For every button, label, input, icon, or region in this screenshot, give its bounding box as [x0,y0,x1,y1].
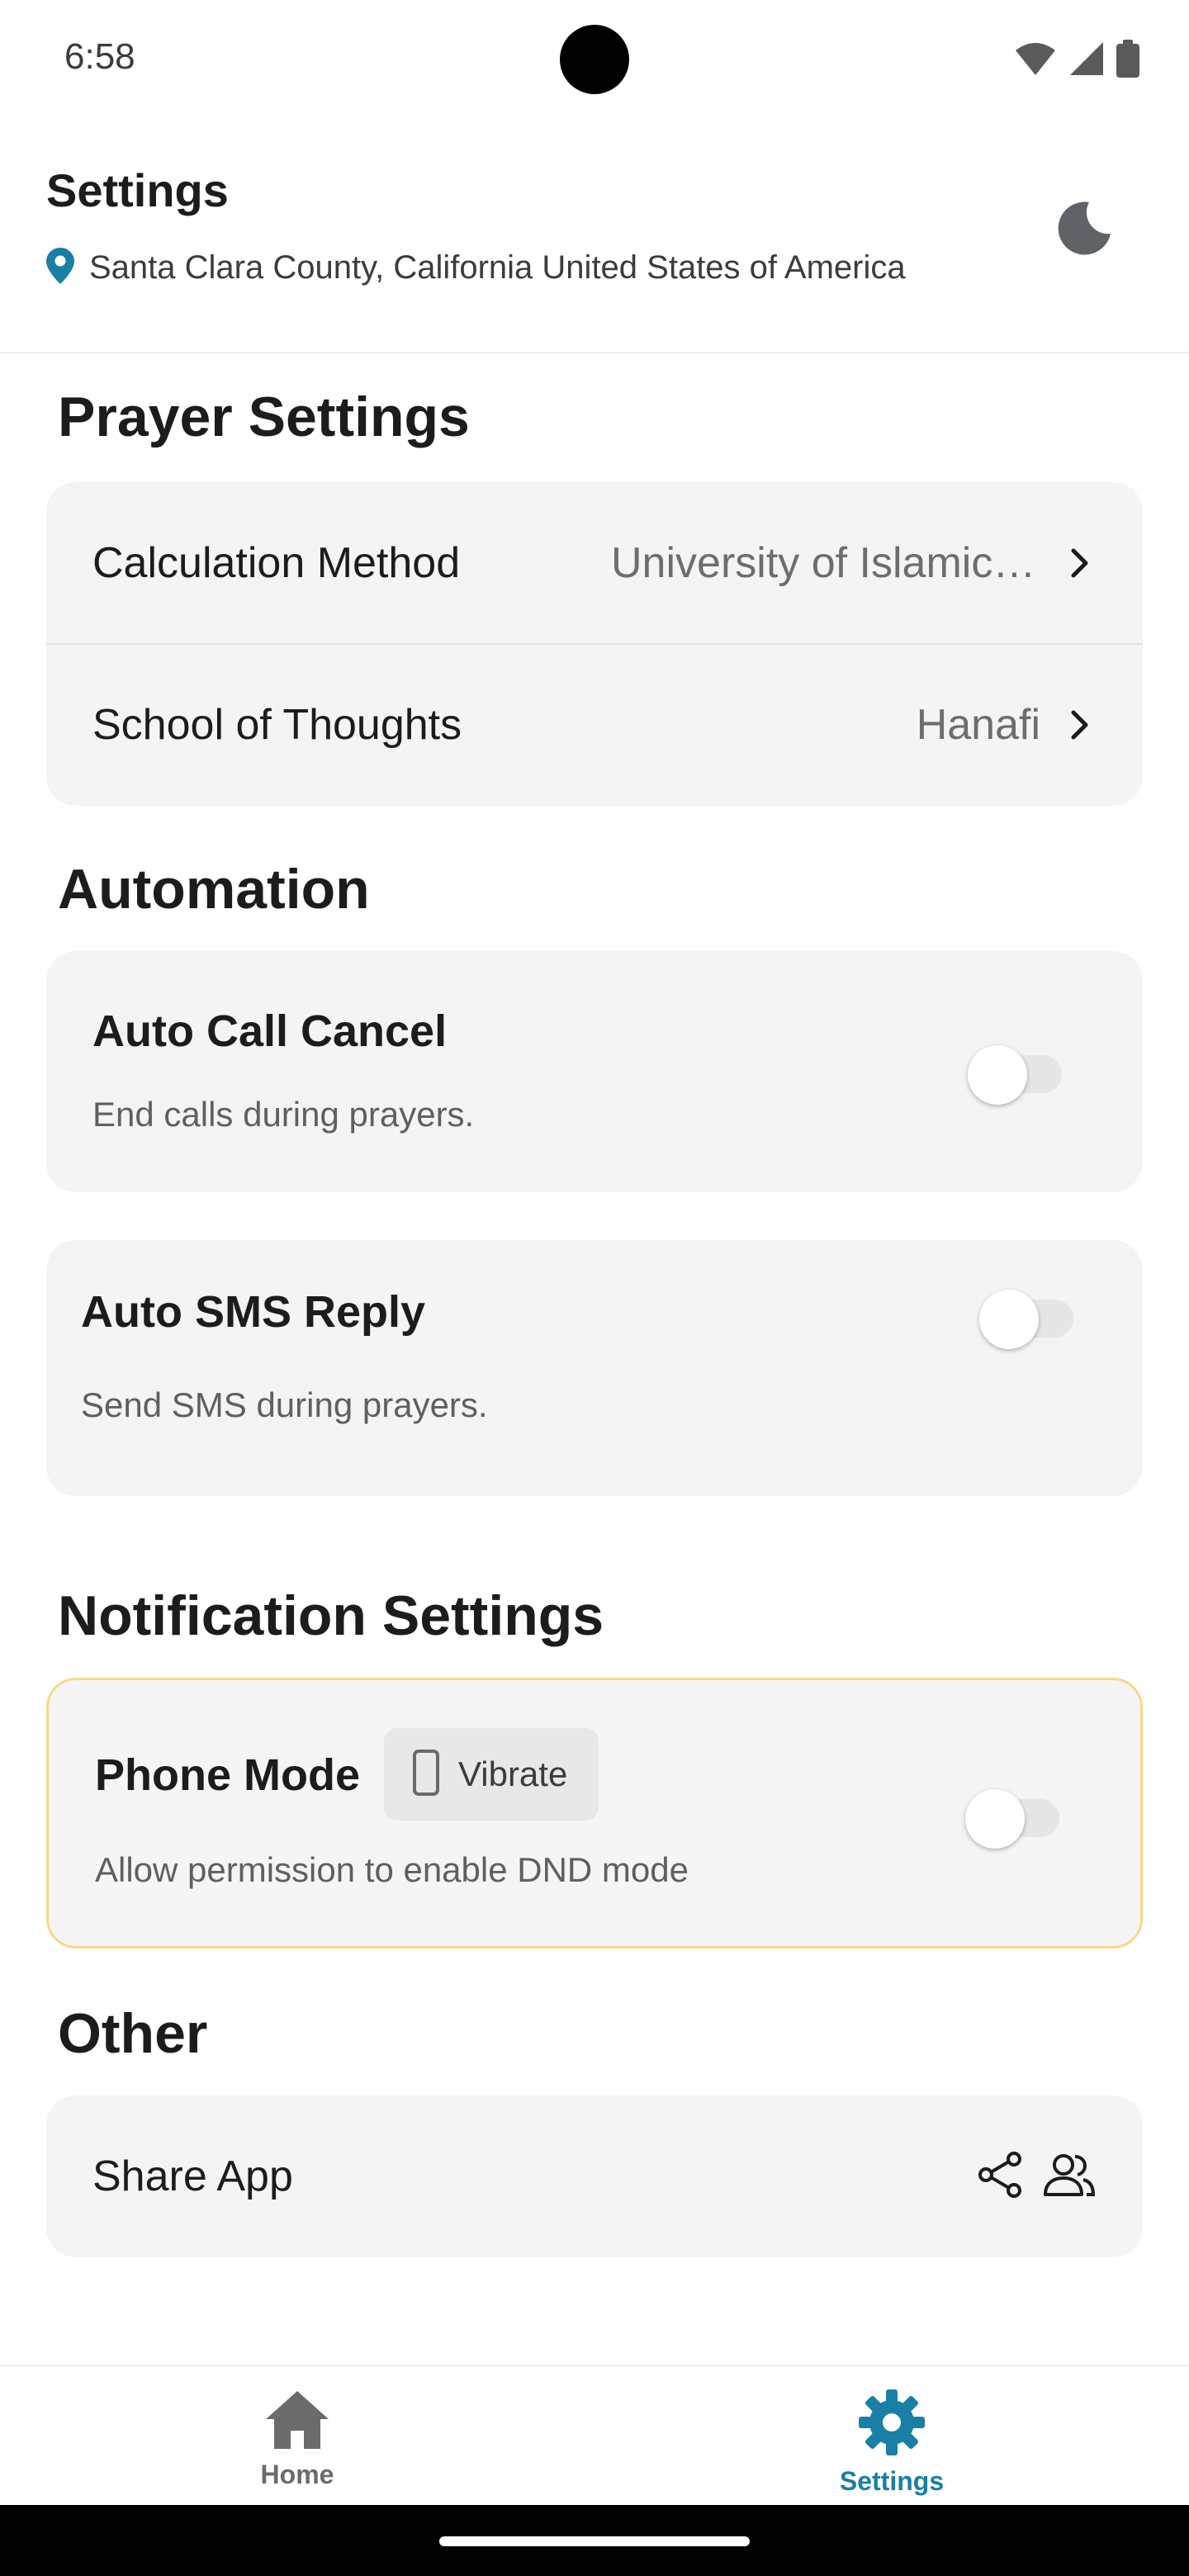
section-title-notification-settings: Notification Settings [58,1584,604,1647]
chevron-right-icon [1063,547,1097,580]
status-icons [1014,40,1139,82]
auto-call-cancel-subtitle: End calls during prayers. [92,1095,475,1134]
auto-sms-reply-title: Auto SMS Reply [81,1287,426,1337]
page-title: Settings [46,164,229,216]
school-of-thoughts-label: School of Thoughts [92,701,462,749]
share-app-card[interactable]: Share App [46,2095,1143,2257]
phone-mode-chip[interactable]: Vibrate [384,1728,599,1821]
location-text: Santa Clara County, California United St… [89,249,906,286]
toggle-knob [979,1290,1039,1349]
nav-item-settings[interactable]: Settings [594,2366,1189,2507]
section-title-other: Other [58,2002,208,2065]
phone-mode-subtitle: Allow permission to enable DND mode [95,1850,689,1889]
prayer-settings-card: Calculation Method University of Islamic… [46,482,1143,806]
share-icon [976,2151,1024,2203]
school-of-thoughts-row[interactable]: School of Thoughts Hanafi [46,644,1143,806]
section-title-automation: Automation [58,858,370,921]
phone-icon [412,1749,440,1801]
moon-icon [1058,201,1112,259]
home-icon [263,2388,332,2455]
auto-call-cancel-toggle[interactable] [968,1039,1067,1105]
phone-mode-label: Vibrate [458,1754,568,1793]
nav-label-home: Home [260,2460,334,2489]
share-app-row[interactable]: Share App [46,2095,1143,2257]
phone-mode-toggle[interactable] [965,1783,1064,1849]
auto-sms-reply-card: Auto SMS Reply Send SMS during prayers. [46,1240,1143,1496]
calculation-method-label: Calculation Method [92,539,461,587]
header: Settings Santa Clara County, California … [0,124,1189,353]
wifi-icon [1014,40,1057,81]
auto-sms-reply-toggle[interactable] [979,1283,1078,1349]
status-bar: 6:58 [0,0,1189,124]
auto-sms-reply-subtitle: Send SMS during prayers. [81,1385,488,1424]
home-gesture-handle[interactable] [439,2536,750,2546]
camera-cutout [560,25,629,94]
auto-call-cancel-card: Auto Call Cancel End calls during prayer… [46,951,1143,1192]
auto-call-cancel-title: Auto Call Cancel [92,1006,448,1056]
school-of-thoughts-value: Hanafi [916,701,1040,749]
phone-mode-title: Phone Mode [95,1750,360,1800]
bottom-navigation: Home Settings [0,2365,1189,2505]
location-pin-icon [46,248,74,288]
calculation-method-row[interactable]: Calculation Method University of Islamic… [46,482,1143,644]
phone-mode-card: Phone Mode Vibrate Allow permission to e… [46,1678,1143,1949]
share-icons [976,2151,1097,2203]
status-time: 6:58 [64,36,135,77]
section-title-prayer-settings: Prayer Settings [58,386,470,448]
toggle-knob [965,1789,1025,1849]
share-app-label: Share App [92,2152,293,2200]
signal-icon [1068,40,1105,81]
dark-mode-toggle[interactable] [1050,195,1120,264]
nav-label-settings: Settings [839,2466,945,2496]
battery-icon [1116,40,1139,82]
people-icon [1042,2152,1097,2202]
calculation-method-value: University of Islamic Sciences, Karachi [611,539,1040,587]
chevron-right-icon [1063,708,1097,741]
gear-icon [857,2388,926,2461]
location-display: Santa Clara County, California United St… [46,248,906,288]
nav-item-home[interactable]: Home [0,2366,594,2507]
toggle-knob [968,1045,1027,1105]
gesture-navigation-bar [0,2505,1189,2576]
